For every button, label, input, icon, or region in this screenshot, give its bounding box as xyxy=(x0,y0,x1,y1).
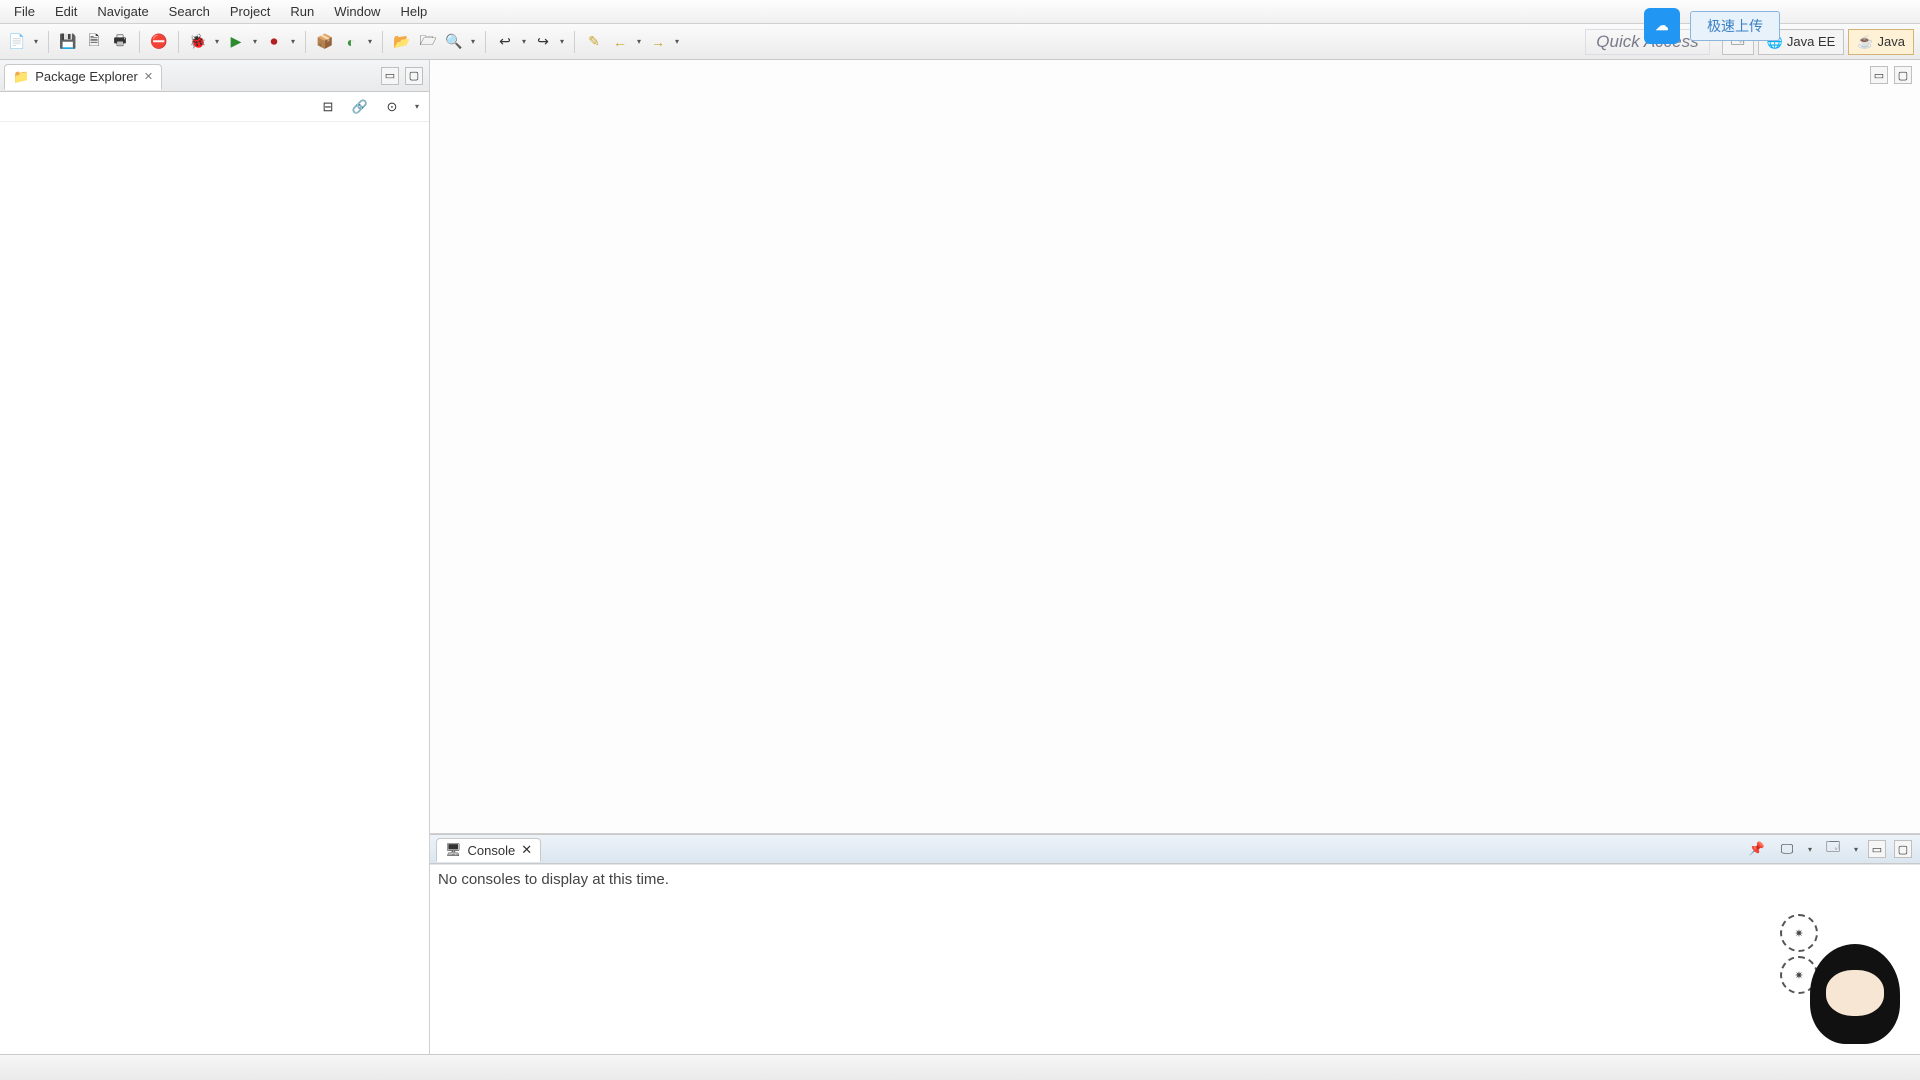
menu-navigate[interactable]: Navigate xyxy=(87,2,158,21)
link-editor-icon[interactable]: 🔗 xyxy=(349,96,371,118)
annotation-next-dropdown-icon[interactable]: ▾ xyxy=(558,37,566,46)
forward-dropdown-icon[interactable]: ▾ xyxy=(673,37,681,46)
status-bar xyxy=(0,1054,1920,1080)
menu-search[interactable]: Search xyxy=(159,2,220,21)
package-explorer-icon: 📁 xyxy=(13,69,29,85)
console-tab-row: 🖥 Console ✕ 📌 🖵 ▾ 🗔 ▾ ▭ ▢ xyxy=(430,834,1920,864)
focus-task-icon[interactable]: ⊙ xyxy=(381,96,403,118)
new-package-icon[interactable]: 📦 xyxy=(314,31,336,53)
gear-icon: ✷ xyxy=(1780,956,1818,994)
run-icon[interactable]: ▶ xyxy=(225,31,247,53)
menu-edit[interactable]: Edit xyxy=(45,2,87,21)
java-icon: ☕ xyxy=(1857,34,1873,50)
view-tab-row: 📁 Package Explorer ✕ ▭ ▢ xyxy=(0,60,429,92)
forward-icon[interactable]: → xyxy=(647,31,669,53)
open-console-icon[interactable]: 🗔 xyxy=(1822,838,1844,860)
search-icon[interactable]: 🔍 xyxy=(443,31,465,53)
new-dropdown-icon[interactable]: ▾ xyxy=(32,37,40,46)
back-dropdown-icon[interactable]: ▾ xyxy=(635,37,643,46)
menu-window[interactable]: Window xyxy=(324,2,390,21)
console-icon: 🖥 xyxy=(445,842,462,858)
search-dropdown-icon[interactable]: ▾ xyxy=(469,37,477,46)
workbench: 📁 Package Explorer ✕ ▭ ▢ ⊟ 🔗 ⊙ ▾ ▭ ▢ xyxy=(0,60,1920,1054)
skip-breakpoints-icon[interactable]: ⛔ xyxy=(148,31,170,53)
debug-icon[interactable]: 🐞 xyxy=(187,31,209,53)
console-tab[interactable]: 🖥 Console ✕ xyxy=(436,838,541,862)
annotation-prev-dropdown-icon[interactable]: ▾ xyxy=(520,37,528,46)
maximize-editor-icon[interactable]: ▢ xyxy=(1894,66,1912,84)
menu-project[interactable]: Project xyxy=(220,2,280,21)
maximize-console-icon[interactable]: ▢ xyxy=(1894,840,1912,858)
console-output: No consoles to display at this time. ✷ ✷ xyxy=(430,864,1920,1054)
console-message: No consoles to display at this time. xyxy=(438,871,669,888)
perspective-label: Java EE xyxy=(1787,34,1835,49)
open-type-icon[interactable]: 📂 xyxy=(391,31,413,53)
toolbar-separator xyxy=(305,31,306,53)
upload-widget: ☁ 极速上传 xyxy=(1644,8,1780,44)
open-task-icon[interactable]: 🗁 xyxy=(417,31,439,53)
menu-bar: File Edit Navigate Search Project Run Wi… xyxy=(0,0,1920,24)
new-icon[interactable]: 📄 xyxy=(6,31,28,53)
save-all-icon[interactable]: 🗎 xyxy=(83,31,105,53)
upload-button[interactable]: 极速上传 xyxy=(1690,11,1780,41)
package-explorer-tree[interactable] xyxy=(0,122,429,1054)
collapse-all-icon[interactable]: ⊟ xyxy=(317,96,339,118)
last-edit-icon[interactable]: ✎ xyxy=(583,31,605,53)
annotation-next-icon[interactable]: ↪ xyxy=(532,31,554,53)
cartoon-face-icon xyxy=(1810,944,1900,1044)
print-icon[interactable]: 🖶 xyxy=(109,31,131,53)
minimize-console-icon[interactable]: ▭ xyxy=(1868,840,1886,858)
toolbar-separator xyxy=(48,31,49,53)
open-console-dropdown-icon[interactable]: ▾ xyxy=(1852,845,1860,854)
perspective-label: Java xyxy=(1878,34,1905,49)
toolbar-separator xyxy=(574,31,575,53)
console-view: 🖥 Console ✕ 📌 🖵 ▾ 🗔 ▾ ▭ ▢ No consoles to… xyxy=(430,834,1920,1054)
menu-file[interactable]: File xyxy=(4,2,45,21)
editor-and-console: ▭ ▢ 🖥 Console ✕ 📌 🖵 ▾ 🗔 ▾ ▭ ▢ xyxy=(430,60,1920,1054)
view-title: Package Explorer xyxy=(35,69,138,84)
toolbar-separator xyxy=(139,31,140,53)
minimize-view-icon[interactable]: ▭ xyxy=(381,67,399,85)
menu-help[interactable]: Help xyxy=(390,2,437,21)
new-class-icon[interactable]: ◐ xyxy=(340,31,362,53)
display-console-dropdown-icon[interactable]: ▾ xyxy=(1806,845,1814,854)
display-selected-console-icon[interactable]: 🖵 xyxy=(1776,838,1798,860)
back-icon[interactable]: ← xyxy=(609,31,631,53)
annotation-prev-icon[interactable]: ↩ xyxy=(494,31,516,53)
run-last-dropdown-icon[interactable]: ▾ xyxy=(289,37,297,46)
close-icon[interactable]: ✕ xyxy=(144,70,153,83)
save-icon[interactable]: 💾 xyxy=(57,31,79,53)
minimize-editor-icon[interactable]: ▭ xyxy=(1870,66,1888,84)
maximize-view-icon[interactable]: ▢ xyxy=(405,67,423,85)
perspective-java-button[interactable]: ☕ Java xyxy=(1848,29,1914,55)
menu-run[interactable]: Run xyxy=(280,2,324,21)
new-class-dropdown-icon[interactable]: ▾ xyxy=(366,37,374,46)
gear-icon: ✷ xyxy=(1780,914,1818,952)
package-explorer-toolbar: ⊟ 🔗 ⊙ ▾ xyxy=(0,92,429,122)
editor-area[interactable]: ▭ ▢ xyxy=(430,60,1920,834)
package-explorer-tab[interactable]: 📁 Package Explorer ✕ xyxy=(4,64,162,90)
toolbar-separator xyxy=(485,31,486,53)
run-dropdown-icon[interactable]: ▾ xyxy=(251,37,259,46)
toolbar-separator xyxy=(178,31,179,53)
view-menu-dropdown-icon[interactable]: ▾ xyxy=(413,102,421,111)
cloud-upload-icon[interactable]: ☁ xyxy=(1644,8,1680,44)
close-icon[interactable]: ✕ xyxy=(521,842,532,858)
toolbar-separator xyxy=(382,31,383,53)
package-explorer-view: 📁 Package Explorer ✕ ▭ ▢ ⊟ 🔗 ⊙ ▾ xyxy=(0,60,430,1054)
sticker-overlay: ✷ ✷ xyxy=(1780,914,1900,1054)
main-toolbar: 📄 ▾ 💾 🗎 🖶 ⛔ 🐞 ▾ ▶ ▾ ⏺ ▾ 📦 ◐ ▾ 📂 🗁 🔍 ▾ ↩ … xyxy=(0,24,1920,60)
run-last-icon[interactable]: ⏺ xyxy=(263,31,285,53)
debug-dropdown-icon[interactable]: ▾ xyxy=(213,37,221,46)
view-title: Console xyxy=(468,843,516,858)
pin-console-icon[interactable]: 📌 xyxy=(1746,838,1768,860)
